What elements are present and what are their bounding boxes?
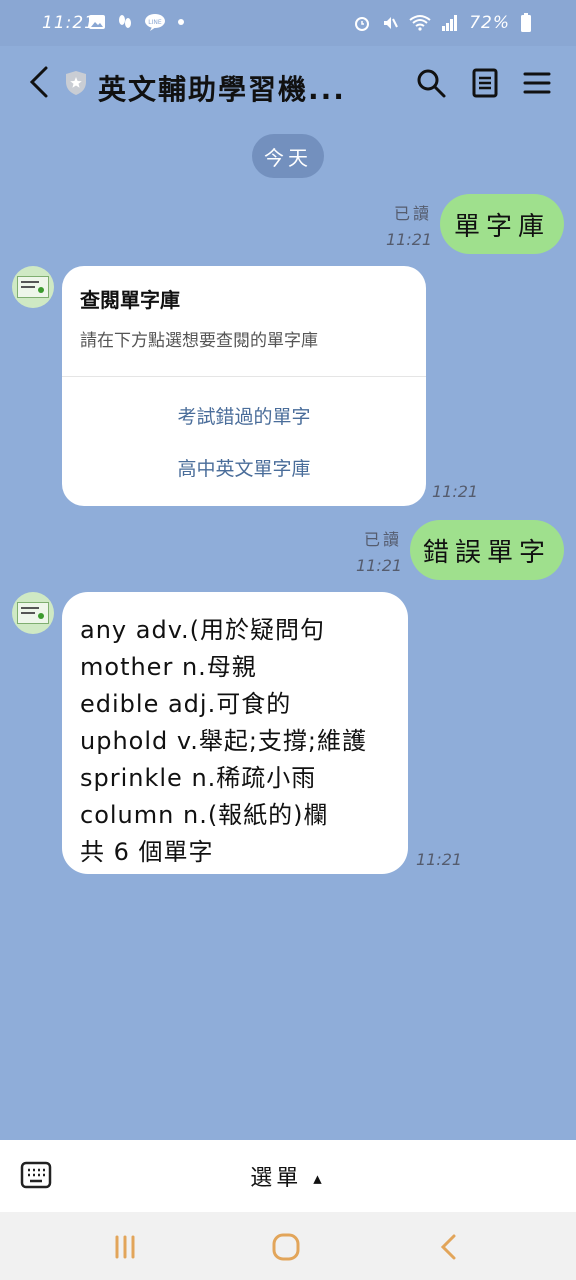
alarm-icon: [355, 17, 370, 31]
message-line: uphold v.舉起;支撐;維護: [80, 727, 368, 755]
search-icon[interactable]: [414, 66, 448, 100]
gallery-icon: [89, 15, 105, 29]
status-icons-right: 72%: [353, 13, 532, 33]
message-line: 共 6 個單字: [80, 838, 214, 866]
avatar-logo: [17, 276, 49, 298]
message-line: mother n.母親: [80, 653, 257, 681]
card-title: 查閱單字庫: [80, 288, 180, 312]
message-time: 11:21: [416, 850, 463, 869]
battery-percent: 72%: [469, 13, 510, 33]
card-description: 請在下方點選想要查閱的單字庫: [80, 331, 318, 351]
back-nav-icon[interactable]: [434, 1232, 464, 1262]
menu-label: 選單: [250, 1166, 303, 1191]
dot-icon: [178, 19, 184, 25]
mute-icon: [384, 17, 399, 29]
battery-icon: [521, 13, 531, 32]
message-line: column n.(報紙的)欄: [80, 801, 329, 829]
recent-apps-icon[interactable]: [110, 1232, 140, 1262]
status-bar: 11:21 LINE 72%: [0, 0, 576, 46]
chat-title: 英文輔助學習機...: [98, 73, 346, 106]
avatar-logo: [17, 602, 49, 624]
shield-icon: [66, 71, 86, 95]
wifi-icon: [409, 15, 431, 31]
received-message-bubble[interactable]: any adv.(用於疑問句 mother n.母親 edible adj.可食…: [62, 592, 408, 874]
notes-icon[interactable]: [468, 66, 502, 100]
message-time: 11:21: [432, 482, 479, 501]
message-time: 11:21: [356, 556, 403, 575]
svg-text:LINE: LINE: [148, 19, 162, 26]
line-icon: LINE: [145, 14, 165, 31]
card-divider: [62, 376, 426, 377]
message-line: sprinkle n.稀疏小雨: [80, 764, 317, 792]
back-icon[interactable]: [22, 62, 58, 102]
rich-menu-toggle[interactable]: 選單 ▲: [0, 1160, 576, 1192]
status-icons-left: LINE: [88, 13, 186, 31]
sent-message-bubble[interactable]: 錯誤單字: [410, 520, 564, 580]
message-time: 11:21: [386, 230, 433, 249]
message-meta: 已讀 11:21: [356, 526, 402, 575]
message-meta: 已讀 11:21: [386, 200, 432, 249]
card-button-highschool-words[interactable]: 高中英文單字庫: [62, 454, 426, 481]
message-line: any adv.(用於疑問句: [80, 616, 326, 644]
card-button-wrong-words[interactable]: 考試錯過的單字: [62, 402, 426, 429]
message-line: edible adj.可食的: [80, 690, 292, 718]
menu-icon[interactable]: [520, 66, 554, 100]
sent-message-bubble[interactable]: 單字庫: [440, 194, 564, 254]
system-nav-bar: [0, 1212, 576, 1280]
read-receipt: 已讀: [363, 530, 402, 549]
bot-avatar[interactable]: [12, 266, 54, 308]
read-receipt: 已讀: [393, 204, 432, 223]
chat-header: 英文輔助學習機...: [0, 46, 576, 122]
home-icon[interactable]: [271, 1232, 301, 1262]
bot-avatar[interactable]: [12, 592, 54, 634]
menu-arrow-icon: ▲: [313, 1172, 326, 1186]
flex-card: 查閱單字庫 請在下方點選想要查閱的單字庫 考試錯過的單字 高中英文單字庫: [62, 266, 426, 506]
input-bar: 選單 ▲: [0, 1140, 576, 1212]
date-separator: 今天: [252, 134, 324, 178]
footprints-icon: [119, 15, 131, 28]
signal-icon: [442, 15, 458, 31]
